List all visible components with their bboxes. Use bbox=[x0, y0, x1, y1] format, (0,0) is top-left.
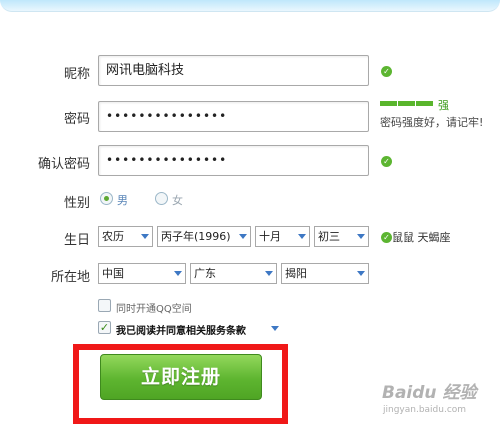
top-banner bbox=[0, 0, 500, 12]
chevron-down-icon bbox=[239, 234, 247, 239]
watermark-url: jingyan.baidu.com bbox=[383, 405, 467, 415]
birth-month-value: 十月 bbox=[259, 230, 281, 243]
city-value: 揭阳 bbox=[285, 267, 307, 280]
chevron-down-icon bbox=[174, 271, 182, 276]
confirm-password-input[interactable]: ••••••••••••••• bbox=[98, 145, 369, 176]
qq-space-label: 同时开通QQ空间 bbox=[116, 304, 192, 315]
province-select[interactable]: 广东 bbox=[190, 263, 277, 284]
password-strength-word: 强 bbox=[438, 99, 449, 112]
confirm-password-ok-icon: ✓ bbox=[381, 156, 392, 167]
zodiac-text: 鼠鼠 天蝎座 bbox=[392, 231, 451, 244]
chevron-down-icon bbox=[357, 234, 365, 239]
password-strength-bars bbox=[380, 101, 434, 107]
nickname-ok-icon: ✓ bbox=[381, 66, 392, 77]
location-label: 所在地 bbox=[50, 270, 90, 285]
agreement-expand-icon[interactable] bbox=[271, 326, 279, 331]
birth-day-select[interactable]: 初三 bbox=[314, 226, 369, 247]
birth-month-select[interactable]: 十月 bbox=[255, 226, 310, 247]
chevron-down-icon bbox=[141, 234, 149, 239]
agreement-checkbox[interactable]: ✓ bbox=[98, 321, 111, 334]
birth-year-select[interactable]: 丙子年(1996) bbox=[157, 226, 251, 247]
birthday-ok-icon: ✓ bbox=[381, 232, 392, 243]
nickname-input[interactable]: 网讯电脑科技 bbox=[98, 55, 369, 86]
chevron-down-icon bbox=[265, 271, 273, 276]
nickname-label: 昵称 bbox=[63, 67, 90, 82]
gender-female-label: 女 bbox=[172, 194, 183, 207]
province-value: 广东 bbox=[194, 267, 216, 280]
birth-day-value: 初三 bbox=[318, 230, 340, 243]
qq-space-checkbox[interactable] bbox=[98, 299, 111, 312]
chevron-down-icon bbox=[298, 234, 306, 239]
gender-male-radio[interactable] bbox=[100, 192, 113, 205]
calendar-type-select[interactable]: 农历 bbox=[98, 226, 153, 247]
gender-label: 性别 bbox=[63, 196, 90, 211]
birthday-label: 生日 bbox=[63, 233, 90, 248]
gender-male-label: 男 bbox=[117, 194, 128, 207]
password-input[interactable]: ••••••••••••••• bbox=[98, 101, 369, 132]
register-button[interactable]: 立即注册 bbox=[100, 354, 262, 400]
baidu-jingyan-watermark: Baidu 经验 jingyan.baidu.com bbox=[382, 378, 494, 424]
calendar-type-value: 农历 bbox=[102, 230, 124, 243]
gender-female-radio[interactable] bbox=[155, 192, 168, 205]
password-label: 密码 bbox=[63, 112, 90, 127]
country-select[interactable]: 中国 bbox=[98, 263, 186, 284]
watermark-logo: Baidu 经验 bbox=[382, 383, 477, 403]
confirm-password-label: 确认密码 bbox=[37, 157, 90, 172]
password-strength-hint: 密码强度好，请记牢! bbox=[380, 116, 484, 129]
chevron-down-icon bbox=[357, 271, 365, 276]
agreement-label[interactable]: 我已阅读并同意相关服务条款 bbox=[116, 322, 246, 337]
birth-year-value: 丙子年(1996) bbox=[161, 230, 231, 243]
country-value: 中国 bbox=[102, 267, 124, 280]
city-select[interactable]: 揭阳 bbox=[281, 263, 369, 284]
